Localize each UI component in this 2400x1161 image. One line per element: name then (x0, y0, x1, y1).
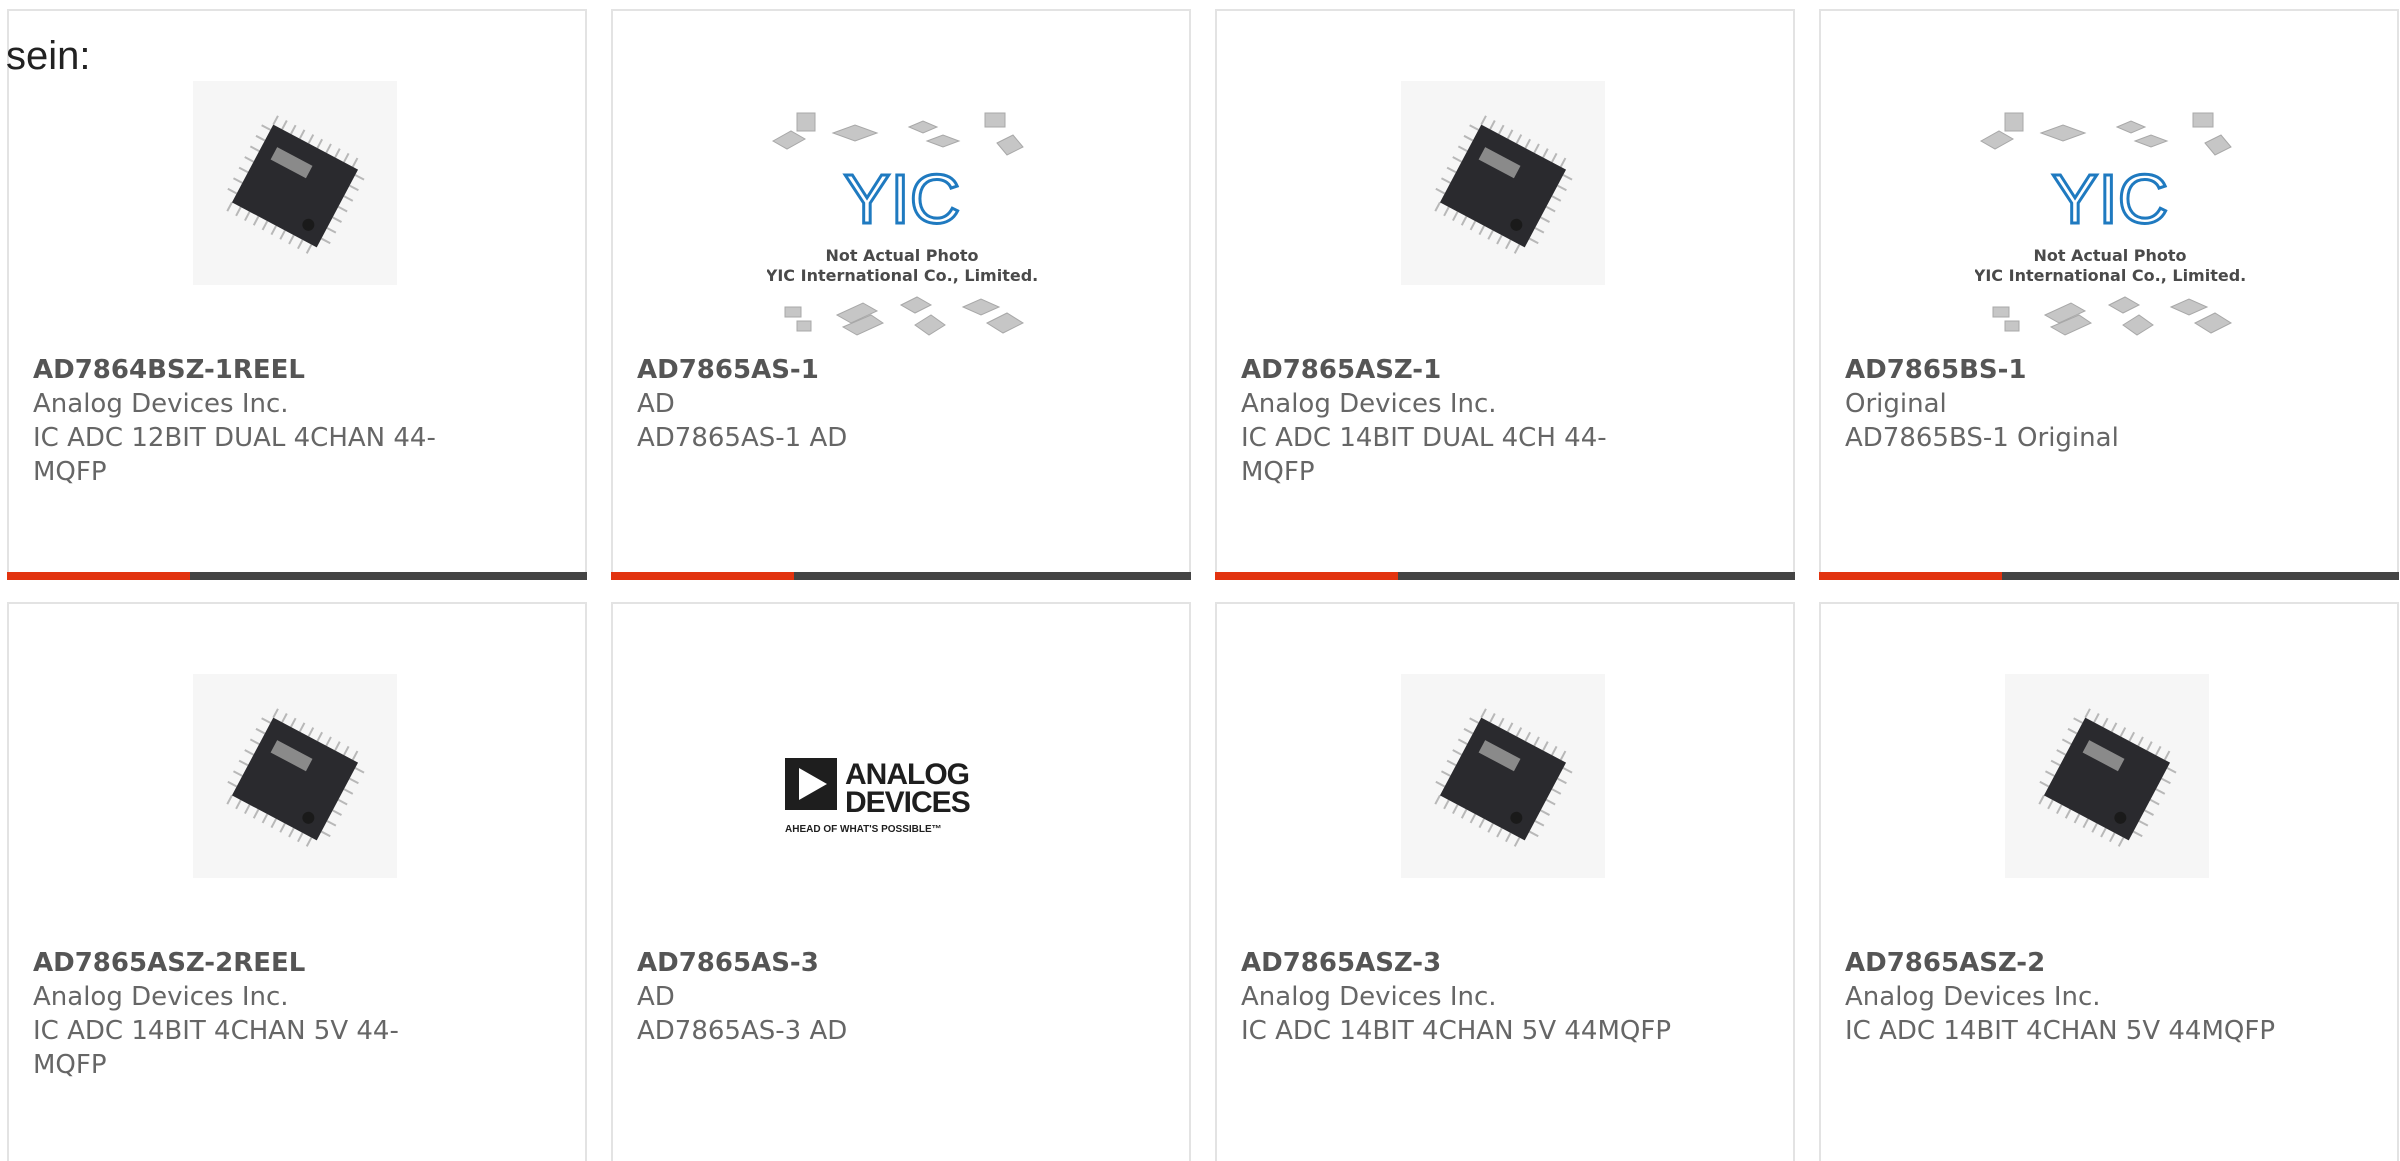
product-card[interactable]: AD7865ASZ-1 Analog Devices Inc. IC ADC 1… (1215, 9, 1795, 580)
product-description: AD7865AS-1 AD (637, 423, 848, 453)
card-accent-bar (611, 572, 1191, 580)
product-part-number[interactable]: AD7865AS-1 (637, 353, 1067, 387)
product-card[interactable]: AD7865ASZ-3 Analog Devices Inc. IC ADC 1… (1215, 602, 1795, 1161)
chip-icon (1401, 81, 1605, 285)
product-info: AD7864BSZ-1REEL Analog Devices Inc. IC A… (33, 353, 463, 489)
brand-logo-line2: DEVICES (845, 786, 970, 819)
product-description: IC ADC 14BIT 4CHAN 5V 44-MQFP (33, 1016, 399, 1080)
placeholder-mark: YIC (844, 160, 961, 238)
product-description: IC ADC 14BIT DUAL 4CH 44-MQFP (1241, 423, 1607, 487)
product-info: AD7865ASZ-1 Analog Devices Inc. IC ADC 1… (1241, 353, 1671, 489)
product-part-number[interactable]: AD7865ASZ-2 (1845, 946, 2275, 980)
placeholder-line2: YIC International Co., Limited. (1975, 266, 2245, 285)
product-info: AD7865ASZ-3 Analog Devices Inc. IC ADC 1… (1241, 946, 1671, 1048)
product-part-number[interactable]: AD7865ASZ-3 (1241, 946, 1671, 980)
card-accent-bar (7, 572, 587, 580)
product-info: AD7865AS-1 AD AD7865AS-1 AD (637, 353, 1067, 455)
product-manufacturer: Analog Devices Inc. (1241, 389, 1497, 419)
brand-logo-tagline: AHEAD OF WHAT'S POSSIBLE™ (785, 824, 942, 835)
product-description: IC ADC 14BIT 4CHAN 5V 44MQFP (1845, 1016, 2276, 1046)
chip-icon (193, 674, 397, 878)
intro-text: sein: (6, 34, 91, 78)
product-manufacturer: Analog Devices Inc. (1845, 982, 2101, 1012)
chip-icon (193, 81, 397, 285)
product-info: AD7865BS-1 Original AD7865BS-1 Original (1845, 353, 2275, 455)
placeholder-photo-icon: YIC Not Actual Photo YIC International C… (767, 112, 1037, 336)
product-part-number[interactable]: AD7865BS-1 (1845, 353, 2275, 387)
product-description: IC ADC 12BIT DUAL 4CHAN 44-MQFP (33, 423, 436, 487)
product-info: AD7865AS-3 AD AD7865AS-3 AD (637, 946, 1067, 1048)
product-manufacturer: Analog Devices Inc. (1241, 982, 1497, 1012)
product-card[interactable]: ANALOG DEVICES AHEAD OF WHAT'S POSSIBLE™… (611, 602, 1191, 1161)
product-manufacturer: Original (1845, 389, 1947, 419)
product-info: AD7865ASZ-2 Analog Devices Inc. IC ADC 1… (1845, 946, 2275, 1048)
product-card[interactable]: YIC Not Actual Photo YIC International C… (611, 9, 1191, 580)
product-part-number[interactable]: AD7865AS-3 (637, 946, 1067, 980)
brand-logo-icon: ANALOG DEVICES AHEAD OF WHAT'S POSSIBLE™ (785, 758, 971, 835)
placeholder-line2: YIC International Co., Limited. (767, 266, 1037, 285)
product-description: IC ADC 14BIT 4CHAN 5V 44MQFP (1241, 1016, 1672, 1046)
product-manufacturer: Analog Devices Inc. (33, 389, 289, 419)
product-manufacturer: AD (637, 982, 675, 1012)
product-card[interactable]: AD7864BSZ-1REEL Analog Devices Inc. IC A… (7, 9, 587, 580)
product-grid: AD7864BSZ-1REEL Analog Devices Inc. IC A… (7, 9, 2399, 1161)
product-info: AD7865ASZ-2REEL Analog Devices Inc. IC A… (33, 946, 463, 1082)
product-card[interactable]: YIC Not Actual Photo YIC International C… (1819, 9, 2399, 580)
product-card[interactable]: AD7865ASZ-2 Analog Devices Inc. IC ADC 1… (1819, 602, 2399, 1161)
product-manufacturer: AD (637, 389, 675, 419)
card-accent-bar (1215, 572, 1795, 580)
placeholder-line1: Not Actual Photo (2033, 246, 2186, 265)
placeholder-photo-icon: YIC Not Actual Photo YIC International C… (1975, 112, 2245, 336)
placeholder-mark: YIC (2052, 160, 2169, 238)
product-manufacturer: Analog Devices Inc. (33, 982, 289, 1012)
product-part-number[interactable]: AD7865ASZ-2REEL (33, 946, 463, 980)
card-accent-bar (1819, 572, 2399, 580)
product-part-number[interactable]: AD7864BSZ-1REEL (33, 353, 463, 387)
chip-icon (1401, 674, 1605, 878)
placeholder-line1: Not Actual Photo (825, 246, 978, 265)
product-part-number[interactable]: AD7865ASZ-1 (1241, 353, 1671, 387)
chip-icon (2005, 674, 2209, 878)
product-card[interactable]: AD7865ASZ-2REEL Analog Devices Inc. IC A… (7, 602, 587, 1161)
product-description: AD7865AS-3 AD (637, 1016, 848, 1046)
product-description: AD7865BS-1 Original (1845, 423, 2119, 453)
